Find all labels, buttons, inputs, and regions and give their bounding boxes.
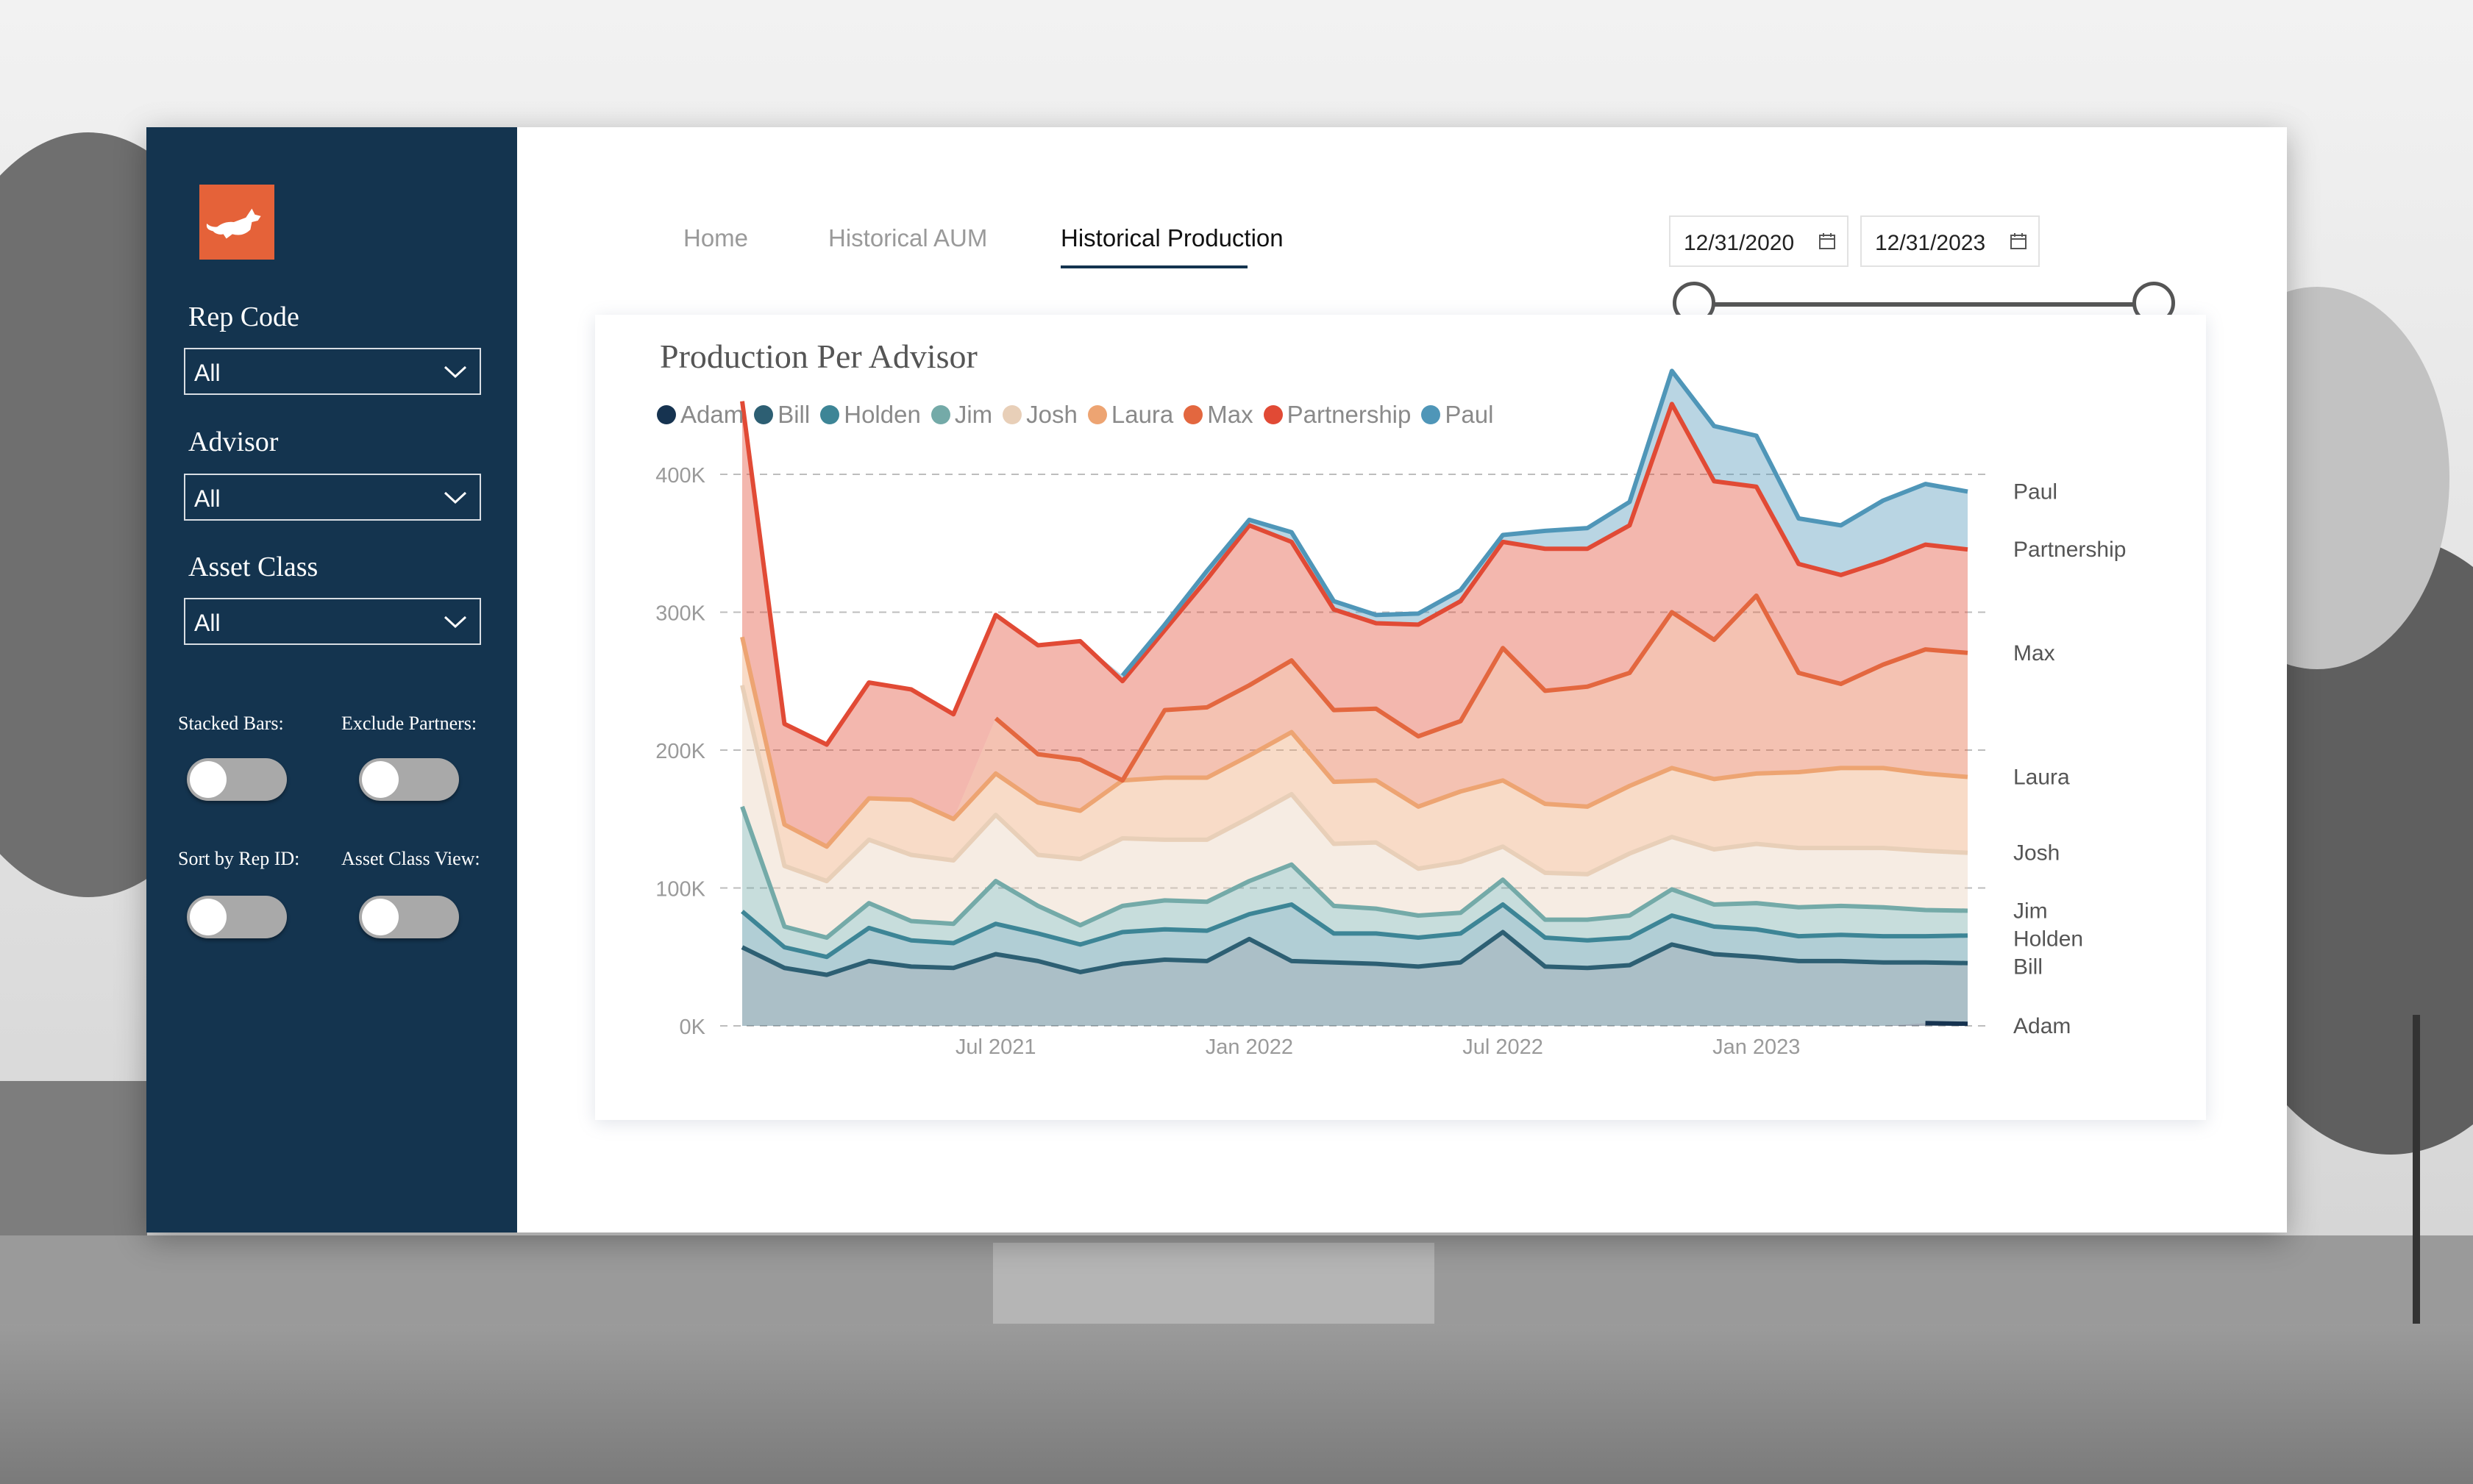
- y-tick-label: 200K: [655, 740, 705, 763]
- production-area-chart: 0K 100K 200K 300K 400K Jul 2021 Jan 2022 Jul 20…: [655, 368, 2126, 1059]
- tab-historical-aum[interactable]: Historical AUM: [828, 224, 987, 252]
- y-tick-label: 400K: [655, 464, 705, 488]
- tab-historical-production[interactable]: Historical Production: [1061, 224, 1284, 252]
- end-label-max: Max: [2013, 641, 2055, 666]
- end-label-jim: Jim: [2013, 899, 2048, 923]
- x-tick-label: Jan 2022: [1206, 1035, 1293, 1059]
- end-label-holden: Holden: [2013, 927, 2083, 951]
- tab-home[interactable]: Home: [683, 224, 748, 252]
- chevron-down-icon: [444, 365, 467, 379]
- rep-code-dropdown[interactable]: All: [184, 348, 481, 395]
- sidebar: Rep Code All Advisor All Asset Class All…: [146, 127, 517, 1232]
- toggle-knob: [190, 899, 227, 935]
- legend-dot: [1087, 405, 1107, 424]
- asset-class-value: All: [194, 610, 221, 636]
- legend-dot: [820, 405, 840, 424]
- toggle-knob: [362, 899, 399, 935]
- end-label-bill: Bill: [2013, 955, 2043, 979]
- legend-dot: [754, 405, 774, 424]
- legend-label: Jim: [954, 401, 993, 428]
- advisor-value: All: [194, 485, 221, 512]
- legend-item-adam[interactable]: Adam: [657, 401, 744, 429]
- rep-code-value: All: [194, 360, 221, 386]
- legend-item-jim[interactable]: Jim: [931, 401, 992, 429]
- sort-by-rep-id-toggle[interactable]: [187, 896, 287, 938]
- advisor-dropdown[interactable]: All: [184, 474, 481, 521]
- legend-label: Adam: [680, 401, 744, 428]
- legend-item-partnership[interactable]: Partnership: [1263, 401, 1412, 429]
- y-tick-label: 100K: [655, 878, 705, 902]
- chevron-down-icon: [444, 616, 467, 629]
- asset-class-dropdown[interactable]: All: [184, 598, 481, 645]
- end-date-value: 12/31/2023: [1875, 231, 1986, 255]
- chart-title: Production Per Advisor: [660, 338, 978, 375]
- legend-dot: [1421, 405, 1441, 424]
- chevron-down-icon: [444, 491, 467, 504]
- legend-dot: [657, 405, 676, 424]
- legend-dot: [1184, 405, 1203, 424]
- toggle-knob: [190, 761, 227, 798]
- advisor-label: Advisor: [188, 427, 279, 457]
- y-tick-label: 0K: [680, 1016, 706, 1039]
- asset-class-label: Asset Class: [188, 552, 319, 582]
- dashboard-panel: Rep Code All Advisor All Asset Class All…: [146, 127, 2287, 1232]
- end-label-josh: Josh: [2013, 841, 2060, 866]
- legend-label: Max: [1207, 401, 1253, 428]
- calendar-icon: [2010, 233, 2027, 249]
- legend-label: Paul: [1445, 401, 1494, 428]
- legend-label: Partnership: [1287, 401, 1412, 428]
- start-date-input[interactable]: 12/31/2020: [1669, 215, 1848, 267]
- x-tick-label: Jan 2023: [1712, 1035, 1800, 1059]
- calendar-icon: [1819, 233, 1835, 249]
- end-label-paul: Paul: [2013, 479, 2057, 504]
- end-date-input[interactable]: 12/31/2023: [1860, 215, 2040, 267]
- asset-class-view-toggle[interactable]: [359, 896, 459, 938]
- legend-label: Josh: [1026, 401, 1078, 428]
- rep-code-label: Rep Code: [188, 302, 299, 332]
- asset-class-view-label: Asset Class View:: [341, 848, 480, 869]
- line-adam: [1925, 1021, 1968, 1027]
- legend-item-holden[interactable]: Holden: [820, 401, 921, 429]
- x-tick-label: Jul 2021: [956, 1035, 1036, 1059]
- legend-dot: [1003, 405, 1022, 424]
- start-date-value: 12/31/2020: [1684, 231, 1795, 255]
- fox-logo: [199, 185, 274, 260]
- y-tick-label: 300K: [655, 602, 705, 626]
- date-slider-track[interactable]: [1699, 302, 2157, 307]
- legend-item-josh[interactable]: Josh: [1003, 401, 1078, 429]
- sort-by-rep-id-label: Sort by Rep ID:: [178, 848, 300, 869]
- x-tick-label: Jul 2022: [1462, 1035, 1543, 1059]
- exclude-partners-label: Exclude Partners:: [341, 713, 477, 734]
- legend-dot: [931, 405, 950, 424]
- legend-item-max[interactable]: Max: [1184, 401, 1253, 429]
- legend-item-paul[interactable]: Paul: [1421, 401, 1493, 429]
- end-label-partnership: Partnership: [2013, 538, 2126, 562]
- end-label-adam: Adam: [2013, 1014, 2071, 1038]
- legend-label: Laura: [1111, 401, 1174, 428]
- active-tab-underline: [1061, 265, 1248, 268]
- end-label-laura: Laura: [2013, 766, 2070, 790]
- legend-dot: [1263, 405, 1283, 424]
- production-chart-card: 0K 100K 200K 300K 400K Jul 2021 Jan 2022 Jul 20…: [595, 315, 2206, 1120]
- legend-label: Bill: [778, 401, 811, 428]
- legend-label: Holden: [844, 401, 921, 428]
- stacked-bars-toggle[interactable]: [187, 758, 287, 801]
- stacked-bars-label: Stacked Bars:: [178, 713, 284, 734]
- legend-item-bill[interactable]: Bill: [754, 401, 810, 429]
- exclude-partners-toggle[interactable]: [359, 758, 459, 801]
- chart-legend: Adam Bill Holden Jim Josh Laura Max Partnership…: [657, 400, 1504, 429]
- toggle-knob: [362, 761, 399, 798]
- legend-item-laura[interactable]: Laura: [1087, 401, 1174, 429]
